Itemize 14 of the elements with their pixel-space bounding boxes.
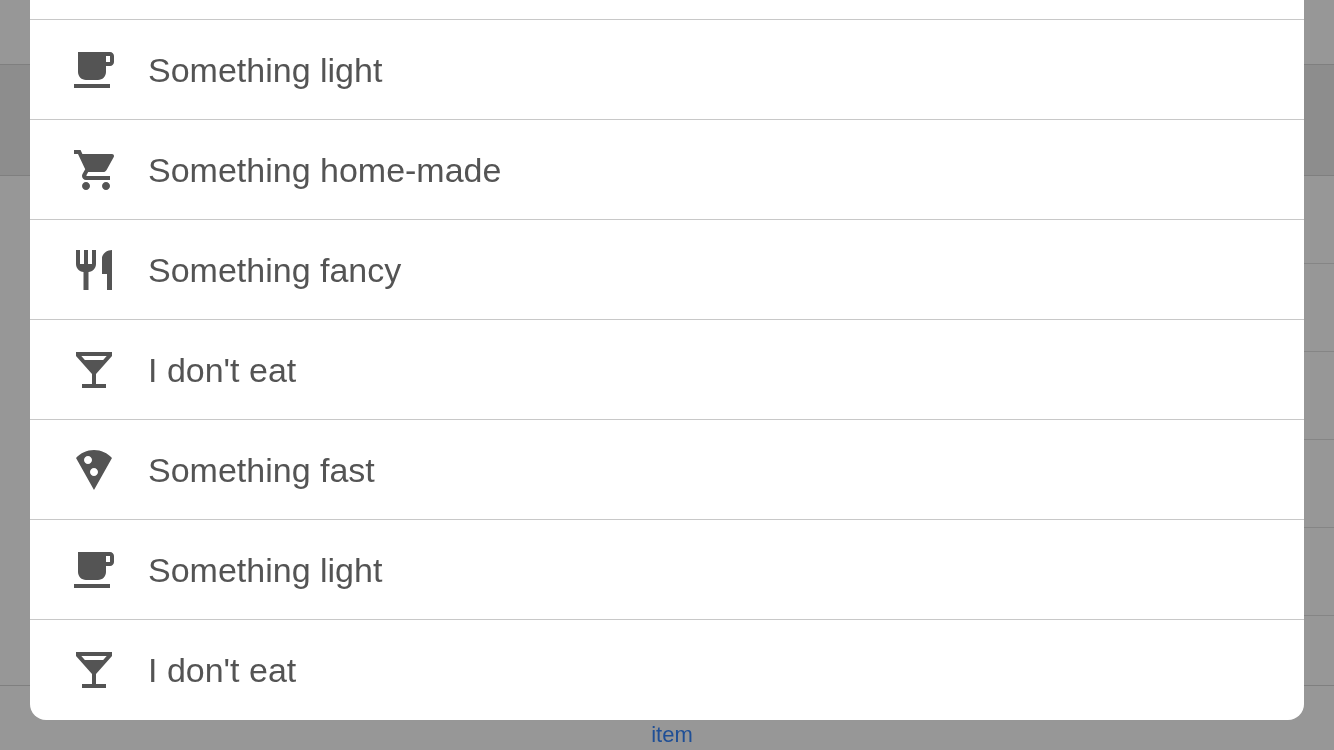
- menu-option[interactable]: Something home-made: [30, 119, 1304, 219]
- cup-icon: [74, 551, 114, 588]
- menu-option[interactable]: Something light: [30, 19, 1304, 119]
- menu-option[interactable]: Something light: [30, 519, 1304, 619]
- cocktail-glass-icon: [76, 351, 112, 388]
- cart-icon: [74, 149, 114, 190]
- menu-option[interactable]: I don't eat: [30, 319, 1304, 419]
- pizza-slice-icon: [76, 449, 112, 490]
- menu-option[interactable]: I don't eat: [30, 619, 1304, 719]
- fork-knife-icon: [76, 249, 112, 290]
- menu-option[interactable]: Something fancy: [30, 219, 1304, 319]
- cocktail-glass-icon: [76, 651, 112, 688]
- cup-icon: [74, 51, 114, 88]
- menu-option[interactable]: Something fast: [30, 419, 1304, 519]
